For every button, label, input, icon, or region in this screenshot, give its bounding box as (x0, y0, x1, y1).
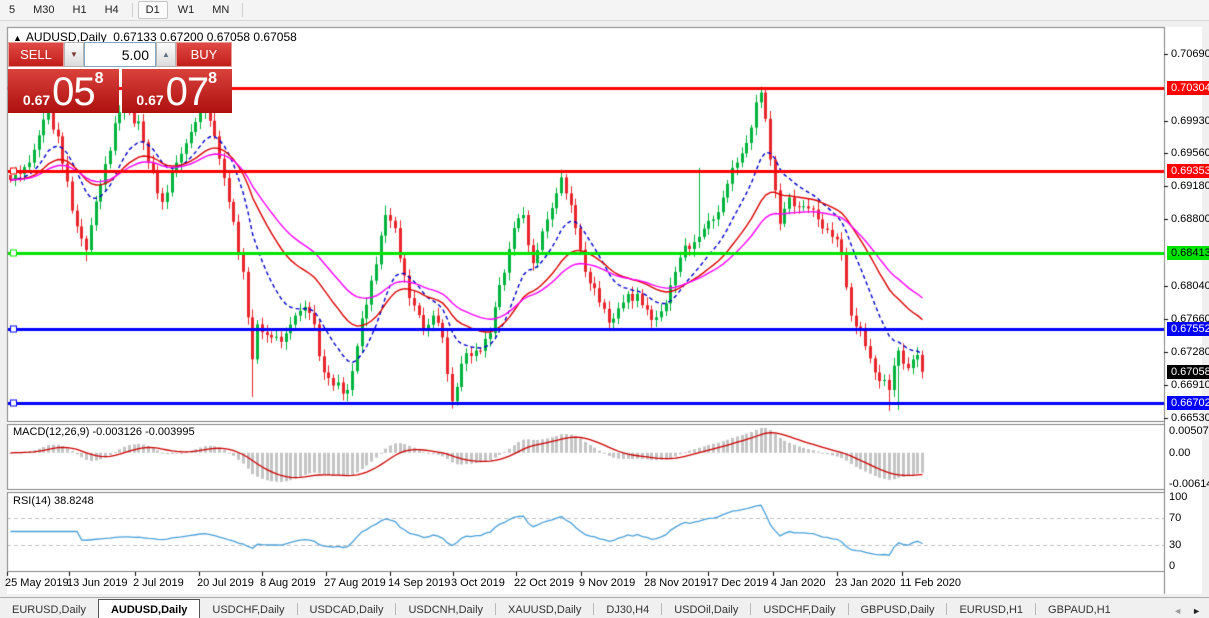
price-axis-label: 0.67280 (1171, 346, 1209, 359)
price-axis-label: 0.68800 (1171, 213, 1209, 226)
volume-input[interactable] (84, 42, 156, 67)
date-axis-label: 13 Jun 2019 (67, 577, 128, 589)
indicator-axis-label: 0 (1169, 560, 1176, 572)
price-axis-label: 0.66910 (1171, 378, 1209, 391)
date-axis-label: 20 Jul 2019 (197, 577, 254, 589)
date-axis-label: 25 May 2019 (5, 577, 69, 589)
price-level-badge: 0.69353 (1167, 164, 1209, 179)
price-level-badge: 0.70304 (1167, 80, 1209, 95)
tab-scroll-right-icon[interactable]: ► (1192, 606, 1201, 616)
indicator-axis-label: -0.006148 (1169, 478, 1209, 490)
chart-tab-usdchf-daily[interactable]: USDCHF,Daily (200, 601, 296, 618)
rsi-indicator-label: RSI(14) 38.8248 (13, 495, 94, 507)
triangle-down-icon: ▼ (70, 50, 78, 59)
trading-terminal-window: 5M30H1H4D1W1MN ▲AUDUSD,Daily 0.67133 0.6… (0, 0, 1209, 618)
date-axis-label: 27 Aug 2019 (324, 577, 386, 589)
chart-tab-gbpaud-h1[interactable]: GBPAUD,H1 (1036, 601, 1123, 618)
date-axis-label: 23 Jan 2020 (835, 577, 896, 589)
price-axis-label: 0.69560 (1171, 146, 1209, 159)
indicator-axis-label: 0.00 (1169, 447, 1191, 459)
sell-price-big-digits: 05 (52, 70, 95, 114)
sell-price-pip-digit: 8 (94, 70, 104, 87)
buy-button[interactable]: BUY (176, 42, 232, 67)
date-axis-label: 11 Feb 2020 (900, 577, 961, 589)
chart-tab-eurusd-daily[interactable]: EURUSD,Daily (0, 601, 98, 618)
date-axis-label: 8 Aug 2019 (260, 577, 316, 589)
chart-tab-dj30-h4[interactable]: DJ30,H4 (594, 601, 661, 618)
chart-tab-usdoil-daily[interactable]: USDOil,Daily (662, 601, 750, 618)
buy-price-pip-digit: 8 (208, 70, 218, 87)
buy-price-button[interactable]: 0.67 07 8 (121, 69, 232, 114)
indicator-axis-label: 100 (1169, 491, 1188, 503)
chart-tab-bar: EURUSD,Daily AUDUSD,Daily USDCHF,Daily USDC… (0, 597, 1209, 618)
price-axis-label: 0.70690 (1171, 48, 1209, 61)
sell-price-button[interactable]: 0.67 05 8 (8, 69, 119, 113)
one-click-trade-panel: SELL ▼ ▲ BUY 0.67 05 8 0.67 07 8 (8, 42, 232, 113)
chart-tab-usdcnh-daily[interactable]: USDCNH,Daily (396, 601, 495, 618)
tab-scroll-left-icon[interactable]: ◄ (1173, 606, 1182, 616)
date-axis-label: 9 Nov 2019 (579, 577, 636, 589)
date-axis-label: 3 Oct 2019 (451, 577, 505, 589)
price-axis-label: 0.69930 (1171, 114, 1209, 127)
indicator-axis-label: 30 (1169, 539, 1182, 551)
chart-tab-usdchf-daily[interactable]: USDCHF,Daily (751, 601, 847, 618)
sell-button[interactable]: SELL (8, 42, 64, 67)
indicator-axis-label: 0.005076 (1169, 425, 1209, 437)
triangle-up-icon: ▲ (162, 50, 170, 59)
price-level-badge: 0.67058 (1167, 364, 1209, 379)
price-axis-label: 0.69180 (1171, 180, 1209, 193)
price-level-badge: 0.66702 (1167, 395, 1209, 410)
price-axis-label: 0.66530 (1171, 411, 1209, 424)
macd-indicator-label: MACD(12,26,9) -0.003126 -0.003995 (13, 426, 195, 438)
chart-tab-usdcad-daily[interactable]: USDCAD,Daily (298, 601, 396, 618)
price-axis-label: 0.68040 (1171, 279, 1209, 292)
sell-price-prefix: 0.67 (22, 92, 51, 108)
date-axis-label: 17 Dec 2019 (706, 577, 769, 589)
date-axis-label: 4 Jan 2020 (771, 577, 826, 589)
date-axis-label: 22 Oct 2019 (514, 577, 574, 589)
buy-price-prefix: 0.67 (136, 92, 164, 108)
date-axis-label: 2 Jul 2019 (133, 577, 184, 589)
date-axis-label: 28 Nov 2019 (644, 577, 707, 589)
chart-tab-eurusd-h1[interactable]: EURUSD,H1 (947, 601, 1035, 618)
buy-price-big-digits: 07 (165, 70, 209, 114)
price-level-badge: 0.68413 (1167, 246, 1209, 261)
chart-tab-gbpusd-daily[interactable]: GBPUSD,Daily (849, 601, 947, 618)
price-level-badge: 0.67552 (1167, 321, 1209, 336)
chart-tab-audusd-daily[interactable]: AUDUSD,Daily (97, 599, 201, 618)
date-axis-label: 14 Sep 2019 (388, 577, 451, 589)
volume-increase-button[interactable]: ▲ (156, 42, 176, 67)
chart-tab-xauusd-daily[interactable]: XAUUSD,Daily (496, 601, 593, 618)
volume-decrease-button[interactable]: ▼ (64, 42, 84, 67)
indicator-axis-label: 70 (1169, 512, 1182, 524)
